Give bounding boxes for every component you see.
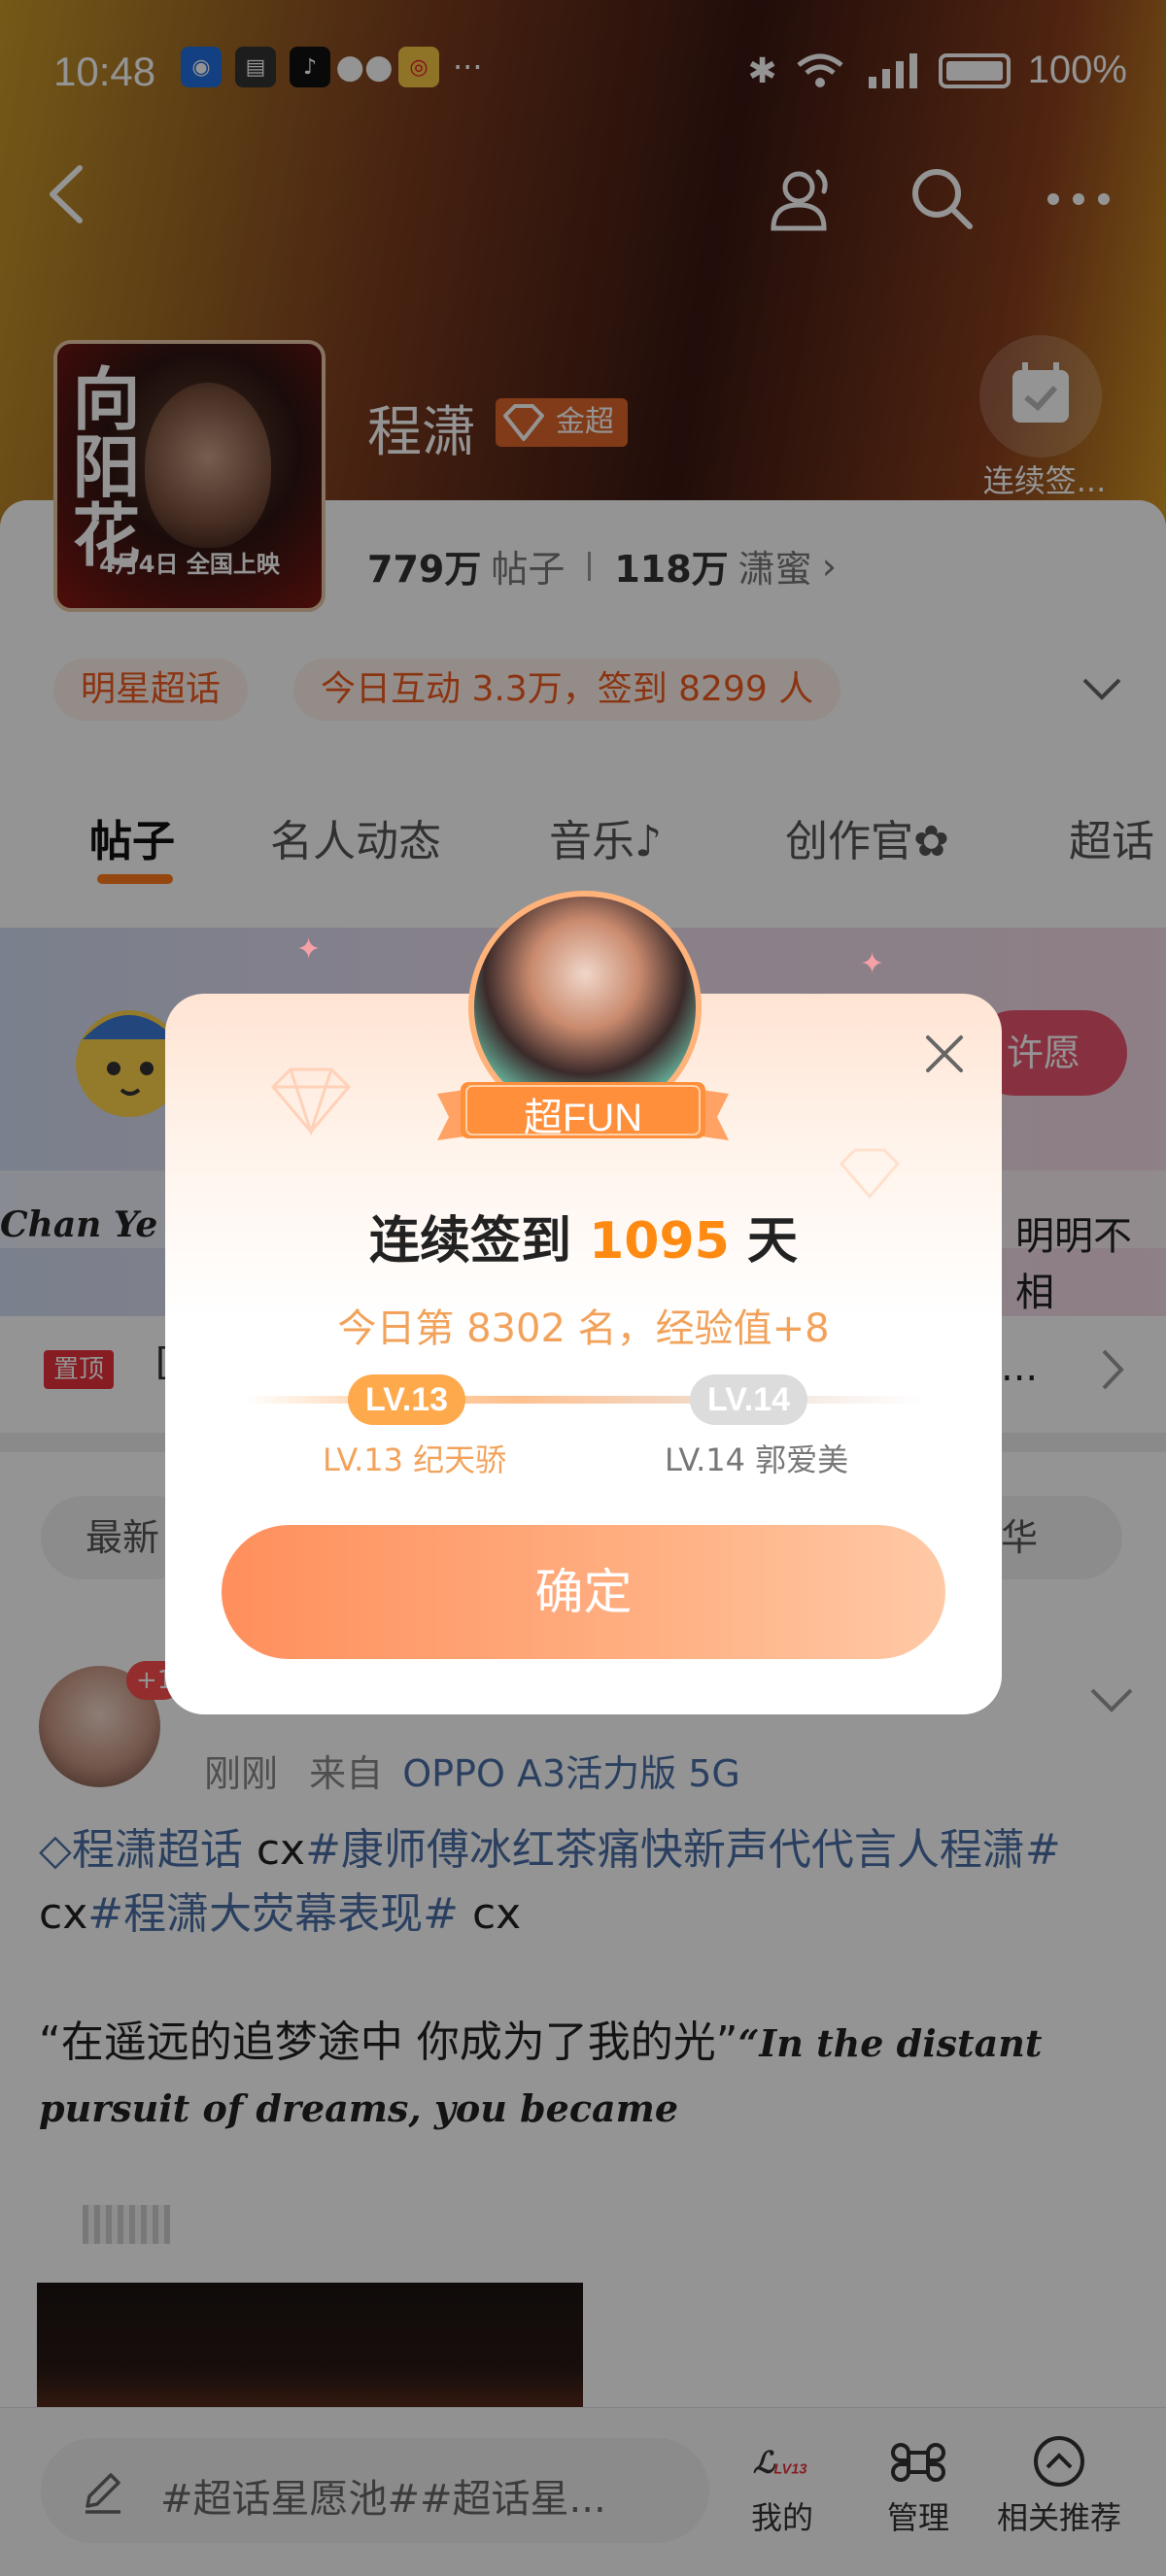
rank-and-exp: 今日第 8302 名，经验值+8 bbox=[337, 1306, 830, 1351]
ribbon-label: 超FUN bbox=[523, 1097, 643, 1139]
diamond-icon bbox=[839, 1148, 901, 1200]
sparkle-icon: ✦ bbox=[296, 932, 322, 966]
current-level-name: LV.13 纪天骄 bbox=[323, 1441, 507, 1478]
sparkle-icon: ✦ bbox=[860, 947, 885, 981]
title-prefix: 连续签到 bbox=[369, 1212, 590, 1271]
close-icon[interactable] bbox=[918, 1028, 971, 1080]
current-level-pill: LV.13 bbox=[348, 1374, 466, 1425]
checkin-streak-title: 连续签到 1095 天 bbox=[165, 1200, 1002, 1272]
diamond-icon bbox=[270, 1068, 352, 1136]
next-level-name: LV.14 郭爱美 bbox=[665, 1441, 849, 1478]
title-suffix: 天 bbox=[729, 1212, 798, 1271]
level-progress-line bbox=[243, 1396, 923, 1404]
confirm-button[interactable]: 确定 bbox=[222, 1525, 945, 1659]
streak-days: 1095 bbox=[589, 1212, 730, 1271]
next-level-pill: LV.14 bbox=[690, 1374, 808, 1425]
